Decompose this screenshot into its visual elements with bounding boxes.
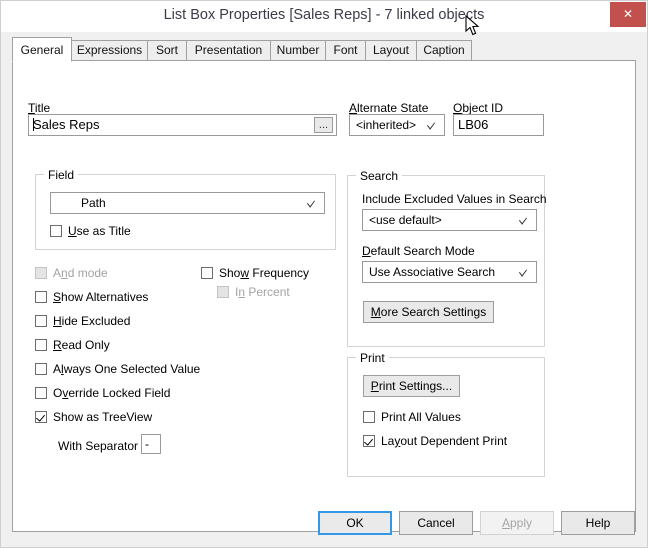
checkbox-box <box>35 315 47 327</box>
more-search-settings-button[interactable]: More Search Settings <box>363 301 494 323</box>
apply-button[interactable]: Apply <box>480 511 554 535</box>
tab-general[interactable]: General <box>12 37 72 62</box>
override-locked-field-label: Override Locked Field <box>53 386 170 400</box>
checkbox-box <box>35 339 47 351</box>
title-browse-button[interactable]: ... <box>314 117 333 133</box>
checkbox-box <box>217 286 229 298</box>
search-group-label: Search <box>356 169 402 183</box>
checkbox-box <box>35 291 47 303</box>
search-groupbox: Search Include Excluded Values in Search… <box>347 175 545 347</box>
tab-expressions[interactable]: Expressions <box>71 40 148 61</box>
checkbox-box <box>363 411 375 423</box>
alternate-state-combo[interactable]: <inherited> <box>349 114 445 136</box>
title-bar: List Box Properties [Sales Reps] - 7 lin… <box>1 1 647 32</box>
title-input[interactable]: Sales Reps <box>28 114 337 136</box>
checkbox-box <box>50 225 62 237</box>
dialog-body: General Expressions Sort Presentation Nu… <box>2 32 646 547</box>
title-input-value: Sales Reps <box>33 117 99 132</box>
hide-excluded-label: Hide Excluded <box>53 314 130 328</box>
tab-panel-general: Title Sales Reps ... Alternate State <in… <box>12 60 636 532</box>
chevron-down-icon <box>516 262 532 282</box>
with-separator-label: With Separator <box>58 439 138 453</box>
tab-sort[interactable]: Sort <box>147 40 187 61</box>
checkbox-box <box>201 267 213 279</box>
chevron-down-icon <box>424 115 440 135</box>
show-alternatives-label: Show Alternatives <box>53 290 148 304</box>
default-search-mode-value: Use Associative Search <box>369 262 514 282</box>
chevron-down-icon <box>304 193 320 213</box>
field-groupbox: Field Path Use as Title <box>35 174 336 250</box>
close-icon: ✕ <box>610 2 646 27</box>
use-as-title-label: Use as Title <box>68 224 131 238</box>
alternate-state-value: <inherited> <box>356 115 422 135</box>
include-excluded-label: Include Excluded Values in Search <box>362 192 547 206</box>
print-group-label: Print <box>356 351 389 365</box>
cancel-button[interactable]: Cancel <box>399 511 473 535</box>
in-percent-label: In Percent <box>235 285 290 299</box>
object-id-label: Object ID <box>453 101 503 115</box>
tab-caption[interactable]: Caption <box>416 40 472 61</box>
window-title: List Box Properties [Sales Reps] - 7 lin… <box>1 7 647 23</box>
ok-button[interactable]: OK <box>318 511 392 535</box>
tab-number[interactable]: Number <box>270 40 326 61</box>
tab-presentation[interactable]: Presentation <box>186 40 271 61</box>
close-button[interactable]: ✕ <box>610 2 646 27</box>
include-excluded-combo[interactable]: <use default> <box>362 209 537 231</box>
checkbox-box <box>35 411 47 423</box>
default-search-mode-label: Default Search Mode <box>362 244 475 258</box>
checkbox-box <box>363 435 375 447</box>
chevron-down-icon <box>516 210 532 230</box>
field-group-label: Field <box>44 168 78 182</box>
layout-dependent-print-label: Layout Dependent Print <box>381 434 507 448</box>
object-id-input[interactable]: LB06 <box>453 114 544 136</box>
always-one-selected-value-label: Always One Selected Value <box>53 362 200 376</box>
title-label: Title <box>28 101 50 115</box>
tab-layout[interactable]: Layout <box>365 40 417 61</box>
tab-font[interactable]: Font <box>325 40 366 61</box>
help-button[interactable]: Help <box>561 511 635 535</box>
default-search-mode-combo[interactable]: Use Associative Search <box>362 261 537 283</box>
show-frequency-label: Show Frequency <box>219 266 309 280</box>
show-as-treeview-label: Show as TreeView <box>53 410 152 424</box>
alternate-state-label: Alternate State <box>349 101 428 115</box>
checkbox-box <box>35 363 47 375</box>
dialog-window: List Box Properties [Sales Reps] - 7 lin… <box>0 0 648 548</box>
include-excluded-value: <use default> <box>369 210 514 230</box>
read-only-label: Read Only <box>53 338 110 352</box>
print-groupbox: Print Print Settings... Print All Values… <box>347 357 545 477</box>
print-all-values-label: Print All Values <box>381 410 461 424</box>
and-mode-label: And mode <box>53 266 108 280</box>
title-label-rest: itle <box>35 101 50 115</box>
field-combo[interactable]: Path <box>50 192 325 214</box>
with-separator-input[interactable]: - <box>141 434 161 454</box>
checkbox-box <box>35 387 47 399</box>
print-settings-button[interactable]: Print Settings... <box>363 375 460 397</box>
field-combo-value: Path <box>81 193 302 213</box>
checkbox-box <box>35 267 47 279</box>
